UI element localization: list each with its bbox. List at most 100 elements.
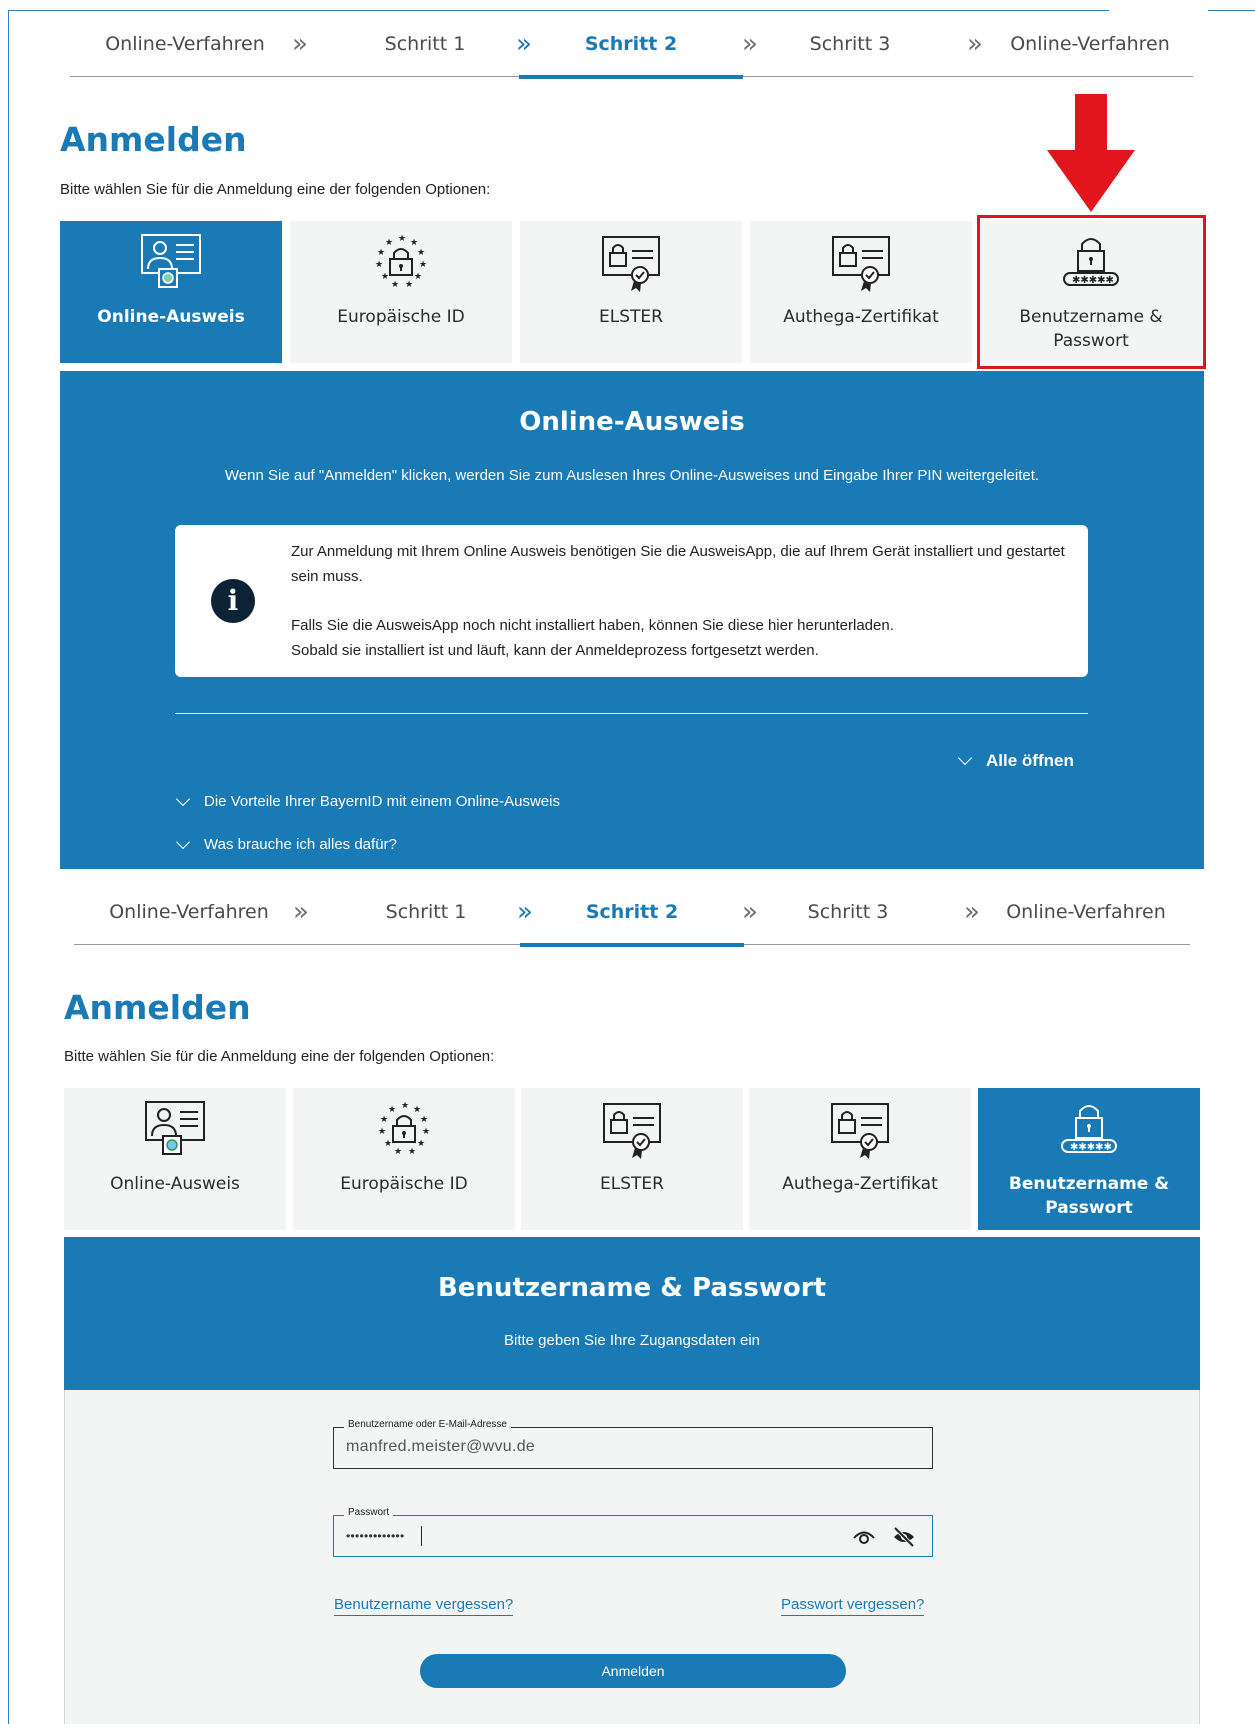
eu-lock-icon: ★ ★★★ ★★★★ ★★★ bbox=[378, 1101, 430, 1157]
svg-text:★: ★ bbox=[417, 1139, 425, 1149]
page-title: Anmelden bbox=[64, 988, 251, 1027]
step-schritt-2: Schritt 2 bbox=[520, 879, 744, 947]
svg-text:★: ★ bbox=[398, 234, 406, 244]
online-ausweis-panel: Online-Ausweis Wenn Sie auf "Anmelden" k… bbox=[60, 371, 1204, 869]
username-field[interactable]: Benutzername oder E-Mail-Adresse manfred… bbox=[333, 1419, 933, 1469]
step-schritt-1: Schritt 1 bbox=[384, 33, 466, 55]
id-card-icon bbox=[145, 1101, 205, 1155]
id-card-icon bbox=[141, 234, 201, 288]
svg-text:★: ★ bbox=[422, 1127, 430, 1137]
login-form: Benutzername oder E-Mail-Adresse manfred… bbox=[64, 1390, 1200, 1724]
step-separator-icon: » bbox=[292, 29, 308, 59]
frame-border-top-right bbox=[1208, 10, 1255, 11]
arrow-down-icon bbox=[1047, 94, 1135, 212]
svg-text:✱✱✱✱✱: ✱✱✱✱✱ bbox=[1070, 1142, 1112, 1153]
option-label: Europäische ID bbox=[337, 307, 465, 327]
eye-icon[interactable] bbox=[852, 1528, 876, 1546]
eye-off-icon[interactable] bbox=[892, 1526, 916, 1548]
accordion-item-vorteile[interactable]: Die Vorteile Ihrer BayernID mit einem On… bbox=[175, 791, 560, 810]
option-label: Authega-Zertifikat bbox=[783, 307, 939, 327]
step-schritt-1: Schritt 1 bbox=[385, 901, 467, 923]
step-schritt-3: Schritt 3 bbox=[807, 901, 889, 923]
step-separator-icon: » bbox=[742, 29, 758, 59]
option-online-ausweis[interactable]: Online-Ausweis bbox=[60, 221, 282, 363]
svg-text:★: ★ bbox=[375, 260, 383, 270]
svg-text:★: ★ bbox=[417, 248, 425, 258]
svg-text:★: ★ bbox=[394, 1147, 402, 1157]
eu-lock-icon: ★ ★★★ ★★★★ ★★★ bbox=[375, 234, 427, 290]
password-field[interactable]: Passwort ••••••••••••• bbox=[333, 1507, 933, 1557]
info-paragraph-2-line-2: Sobald sie installiert ist und läuft, ka… bbox=[291, 642, 819, 659]
accordion-item-voraussetzungen[interactable]: Was brauche ich alles dafür? bbox=[175, 834, 397, 853]
option-label: Benutzername & Passwort bbox=[1008, 1174, 1170, 1218]
certificate-lock-icon bbox=[602, 236, 660, 292]
option-authega-zertifikat[interactable]: Authega-Zertifikat bbox=[749, 1088, 971, 1230]
highlight-box bbox=[977, 215, 1206, 369]
certificate-lock-icon bbox=[831, 1103, 889, 1159]
step-schritt-3: Schritt 3 bbox=[809, 33, 891, 55]
password-lock-icon: ✱✱✱✱✱ bbox=[1061, 1105, 1117, 1153]
forgot-password-link[interactable]: Passwort vergessen? bbox=[781, 1595, 925, 1616]
text-cursor bbox=[421, 1526, 422, 1546]
step-online-verfahren-end: Online-Verfahren bbox=[1006, 901, 1166, 923]
password-label: Passwort bbox=[344, 1507, 394, 1518]
accordion-label: Die Vorteile Ihrer BayernID mit einem On… bbox=[204, 793, 560, 810]
certificate-lock-icon bbox=[603, 1103, 661, 1159]
step-separator-icon: » bbox=[742, 897, 758, 927]
chevron-down-icon bbox=[175, 834, 191, 849]
option-label: ELSTER bbox=[600, 1174, 664, 1194]
page-title: Anmelden bbox=[60, 120, 247, 159]
username-value: manfred.meister@wvu.de bbox=[346, 1438, 536, 1455]
frame-border-left bbox=[8, 10, 9, 1724]
svg-text:★: ★ bbox=[388, 1105, 396, 1115]
option-label: ELSTER bbox=[599, 307, 663, 327]
svg-text:★: ★ bbox=[380, 1115, 388, 1125]
panel-description: Wenn Sie auf "Anmelden" klicken, werden … bbox=[224, 467, 1040, 484]
svg-text:★: ★ bbox=[381, 272, 389, 282]
option-label: Europäische ID bbox=[340, 1174, 468, 1194]
forgot-username-link[interactable]: Benutzername vergessen? bbox=[334, 1595, 514, 1616]
login-button[interactable]: Anmelden bbox=[420, 1654, 846, 1688]
option-europaeische-id[interactable]: ★ ★ ★ ★ ★ ★ ★ ★ ★ ★ ★ Europäische ID bbox=[293, 1088, 515, 1230]
option-benutzername-passwort[interactable]: ✱✱✱✱✱ Benutzername & Passwort bbox=[978, 1088, 1200, 1230]
info-box: i Zur Anmeldung mit Ihrem Online Ausweis… bbox=[175, 525, 1088, 677]
panel-description: Bitte geben Sie Ihre Zugangsdaten ein bbox=[503, 1332, 761, 1349]
svg-text:★: ★ bbox=[391, 280, 399, 290]
option-elster[interactable]: ELSTER bbox=[521, 1088, 743, 1230]
svg-text:★: ★ bbox=[413, 1105, 421, 1115]
info-icon: i bbox=[211, 579, 255, 623]
open-all-label: Alle öffnen bbox=[986, 751, 1074, 770]
option-europaeische-id[interactable]: ★ ★ ★ ★ ★ ★ ★ ★ ★ ★ ★ Europäische ID bbox=[290, 221, 512, 363]
panel-title: Online-Ausweis bbox=[519, 407, 745, 437]
login-panel-header: Benutzername & Passwort Bitte geben Sie … bbox=[64, 1237, 1200, 1390]
option-authega-zertifikat[interactable]: Authega-Zertifikat bbox=[750, 221, 972, 363]
info-paragraph-2-line-1: Falls Sie die AusweisApp noch nicht inst… bbox=[291, 617, 894, 634]
username-label: Benutzername oder E-Mail-Adresse bbox=[344, 1419, 511, 1430]
option-label: Authega-Zertifikat bbox=[782, 1174, 938, 1194]
svg-text:★: ★ bbox=[378, 1127, 386, 1137]
svg-text:★: ★ bbox=[384, 1139, 392, 1149]
option-elster[interactable]: ELSTER bbox=[520, 221, 742, 363]
option-label: Online-Ausweis bbox=[97, 307, 245, 327]
svg-text:★: ★ bbox=[405, 280, 413, 290]
svg-text:★: ★ bbox=[410, 238, 418, 248]
step-separator-icon: » bbox=[293, 897, 309, 927]
step-online-verfahren-end: Online-Verfahren bbox=[1010, 33, 1170, 55]
step-schritt-2: Schritt 2 bbox=[519, 11, 743, 79]
step-progress-bar: Online-Verfahren » Schritt 1 » Schritt 2… bbox=[74, 879, 1190, 947]
intro-text: Bitte wählen Sie für die Anmeldung eine … bbox=[64, 1048, 495, 1065]
svg-text:★: ★ bbox=[401, 1101, 409, 1111]
panel-title: Benutzername & Passwort bbox=[437, 1273, 827, 1303]
info-paragraph-1: Zur Anmeldung mit Ihrem Online Ausweis b… bbox=[291, 543, 1065, 585]
step-progress-bar: Online-Verfahren » Schritt 1 » Schritt 2… bbox=[70, 11, 1193, 79]
option-online-ausweis[interactable]: Online-Ausweis bbox=[64, 1088, 286, 1230]
accordion-label: Was brauche ich alles dafür? bbox=[204, 836, 397, 853]
password-value: ••••••••••••• bbox=[346, 1529, 405, 1543]
open-all-button[interactable]: Alle öffnen bbox=[957, 750, 1074, 771]
svg-text:★: ★ bbox=[420, 1115, 428, 1125]
step-separator-icon: » bbox=[964, 897, 980, 927]
intro-text: Bitte wählen Sie für die Anmeldung eine … bbox=[60, 181, 491, 198]
svg-text:★: ★ bbox=[414, 272, 422, 282]
svg-text:★: ★ bbox=[385, 238, 393, 248]
svg-text:★: ★ bbox=[408, 1147, 416, 1157]
